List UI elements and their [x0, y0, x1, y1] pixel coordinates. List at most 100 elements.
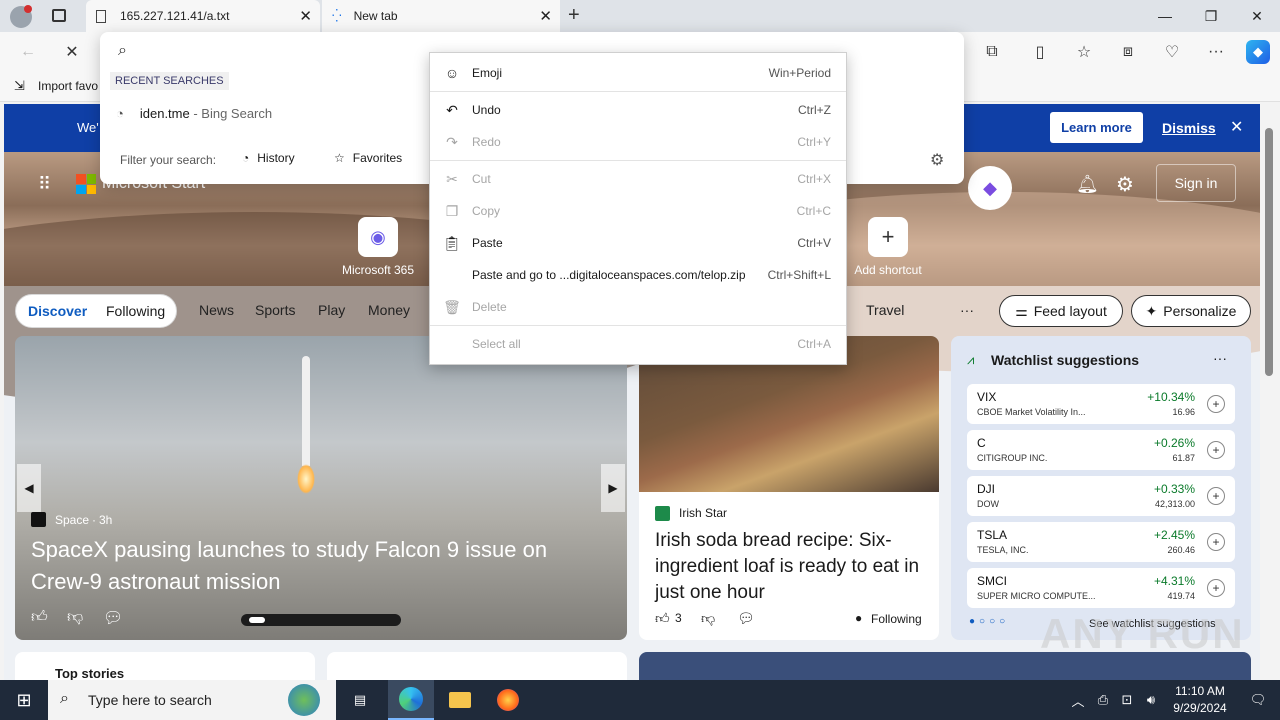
following-label[interactable]: Following	[871, 612, 922, 626]
settings-icon[interactable]: ⚙	[930, 150, 944, 170]
menu-item-emoji[interactable]: ☺ Emoji Win+Period	[430, 57, 846, 89]
carousel-next-button[interactable]: ▶	[601, 464, 625, 512]
shortcut-microsoft365[interactable]: ◉ Microsoft 365	[338, 217, 418, 277]
nav-more[interactable]: ···	[960, 302, 974, 318]
nav-sports[interactable]: Sports	[255, 302, 295, 318]
tab-discover[interactable]: Discover	[28, 303, 87, 319]
import-favorites-link[interactable]: Import favo	[38, 79, 98, 93]
story-headline[interactable]: SpaceX pausing launches to study Falcon …	[31, 534, 611, 598]
start-button[interactable]: ⊞	[0, 680, 48, 720]
notification-center-icon[interactable]: 🗨︎	[1236, 680, 1280, 720]
nav-play[interactable]: Play	[318, 302, 345, 318]
watchlist-more-icon[interactable]: ···	[1213, 350, 1227, 366]
notifications-icon[interactable]: 🔔︎	[1076, 174, 1099, 195]
add-stock-icon[interactable]: +	[1207, 441, 1225, 459]
chart-icon: ⩘	[967, 352, 975, 367]
copilot-icon[interactable]: ◆	[1246, 40, 1270, 64]
filter-history[interactable]: ◔ History	[242, 151, 295, 165]
menu-item-undo[interactable]: ↶ Undo Ctrl+Z	[430, 94, 846, 126]
story2-card[interactable]: Irish Star Irish soda bread recipe: Six-…	[639, 336, 939, 640]
address-input[interactable]	[146, 38, 426, 64]
import-favorites-icon: ⇲	[14, 78, 25, 93]
stock-symbol: DJI	[977, 482, 995, 496]
nav-money[interactable]: Money	[368, 302, 410, 318]
edge-taskbar-icon[interactable]	[388, 680, 434, 720]
dismiss-link[interactable]: Dismiss	[1162, 120, 1216, 136]
more-menu-icon[interactable]: ···	[1204, 40, 1228, 64]
menu-item-paste-and-go[interactable]: Paste and go to ...digitaloceanspaces.co…	[430, 259, 846, 291]
stock-name: TESLA, INC.	[977, 545, 1029, 555]
collections-icon[interactable]: ⧈	[1116, 40, 1140, 64]
scrollbar-thumb[interactable]	[1265, 128, 1273, 376]
copilot-search-icon[interactable]: ◆	[968, 166, 1012, 210]
tab-new-tab[interactable]: ⁛ New tab ✕	[322, 0, 560, 32]
feed-layout-button[interactable]: ⚌ Feed layout	[999, 295, 1123, 327]
firefox-icon[interactable]	[486, 680, 530, 720]
like-icon[interactable]: 👍︎	[31, 608, 48, 627]
settings-icon[interactable]: ⚙	[1116, 172, 1134, 197]
add-stock-icon[interactable]: +	[1207, 533, 1225, 551]
clock[interactable]: 11:10 AM 9/29/2024	[1164, 683, 1236, 717]
add-stock-icon[interactable]: +	[1207, 487, 1225, 505]
comment-icon[interactable]: 💬︎	[103, 608, 123, 628]
learn-more-button[interactable]: Learn more	[1050, 112, 1143, 143]
performance-icon[interactable]: ♡	[1160, 40, 1184, 64]
like-icon[interactable]: 👍︎	[655, 610, 670, 627]
network-icon[interactable]: ⊡	[1116, 680, 1138, 720]
feed-toggle: Discover Following	[15, 294, 177, 328]
profile-icon[interactable]	[10, 5, 32, 28]
stock-row[interactable]: SMCI SUPER MICRO COMPUTE... +4.31% 419.7…	[967, 568, 1235, 608]
back-icon[interactable]: ←	[16, 40, 40, 64]
nav-travel[interactable]: Travel	[866, 302, 904, 318]
story-headline[interactable]: Irish soda bread recipe: Six-ingredient …	[655, 528, 929, 606]
nav-news[interactable]: News	[199, 302, 234, 318]
taskbar-search-placeholder: Type here to search	[88, 692, 212, 708]
delete-icon: 🗑︎	[443, 298, 461, 315]
stop-loading-icon[interactable]: ✕	[60, 40, 84, 64]
task-view-icon[interactable]: ▤	[340, 680, 380, 720]
close-banner-icon[interactable]: ✕	[1230, 117, 1243, 137]
stock-row[interactable]: VIX CBOE Market Volatility In... +10.34%…	[967, 384, 1235, 424]
restore-button[interactable]: ❐	[1188, 0, 1234, 32]
close-tab-icon[interactable]: ✕	[539, 7, 552, 25]
extensions-icon[interactable]: ⧉	[980, 40, 1004, 64]
main-story-card[interactable]: ◀ ▶ Space · 3h SpaceX pausing launches t…	[15, 336, 627, 640]
add-stock-icon[interactable]: +	[1207, 395, 1225, 413]
filter-favorites[interactable]: ☆ Favorites	[334, 151, 402, 165]
volume-icon[interactable]: 🔊︎	[1140, 680, 1162, 720]
menu-item-paste[interactable]: 📋︎ Paste Ctrl+V	[430, 227, 846, 259]
add-stock-icon[interactable]: +	[1207, 579, 1225, 597]
tab-actions-icon[interactable]	[52, 9, 66, 22]
personalize-button[interactable]: ✦ Personalize	[1131, 295, 1251, 327]
minimize-button[interactable]: —	[1142, 0, 1188, 32]
dislike-icon[interactable]: 👎︎	[701, 610, 715, 627]
loading-icon: ⁛	[332, 9, 342, 23]
like-count: 3	[675, 611, 682, 625]
recent-label-text: RECENT SEARCHES	[115, 75, 224, 87]
tab-a-txt[interactable]: 165.227.121.41/a.txt ✕	[86, 0, 320, 32]
favorites-icon[interactable]: ☆	[1072, 40, 1096, 64]
file-explorer-icon[interactable]	[438, 680, 482, 720]
recent-search-item[interactable]: ◔ iden.tme - Bing Search	[116, 106, 272, 121]
story-card-lower[interactable]	[327, 652, 627, 680]
menu-item-label: Undo	[472, 103, 501, 117]
taskbar-search[interactable]: ⌕ Type here to search	[48, 680, 336, 720]
shortcut-add[interactable]: + Add shortcut	[848, 217, 928, 277]
stock-row[interactable]: TSLA TESLA, INC. +2.45% 260.46 +	[967, 522, 1235, 562]
page-scrollbar[interactable]	[1260, 104, 1280, 680]
device-icon[interactable]: ⎙	[1092, 680, 1114, 720]
carousel-prev-button[interactable]: ◀	[17, 464, 41, 512]
document-icon	[96, 9, 106, 23]
tab-following[interactable]: Following	[106, 303, 165, 319]
stock-row[interactable]: C CITIGROUP INC. +0.26% 61.87 +	[967, 430, 1235, 470]
show-hidden-icons[interactable]: ︿	[1068, 680, 1088, 720]
stock-row[interactable]: DJI DOW +0.33% 42,313.00 +	[967, 476, 1235, 516]
sign-in-button[interactable]: Sign in	[1156, 164, 1236, 202]
dislike-icon[interactable]: 👎︎	[67, 608, 83, 627]
close-window-button[interactable]: ✕	[1234, 0, 1280, 32]
split-screen-icon[interactable]: ▯	[1028, 40, 1052, 64]
close-tab-icon[interactable]: ✕	[299, 7, 312, 25]
comment-icon[interactable]: 💬︎	[737, 610, 755, 627]
apps-grid-icon[interactable]: ⠿	[38, 174, 51, 195]
new-tab-button[interactable]: +	[568, 4, 580, 27]
